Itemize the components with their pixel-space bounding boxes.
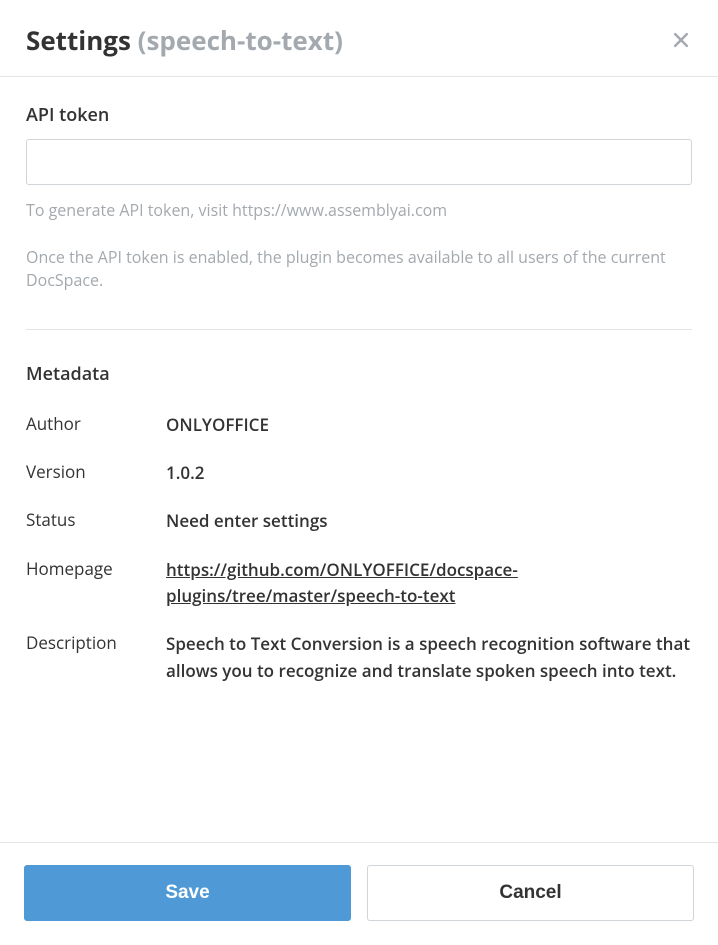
api-token-label: API token [26,103,692,127]
dialog-header: Settings (speech-to-text) [0,0,718,77]
meta-value-version: 1.0.2 [166,460,692,486]
api-token-hint-enabled: Once the API token is enabled, the plugi… [26,246,692,292]
meta-value-author: ONLYOFFICE [166,412,692,438]
title-main: Settings [26,22,131,58]
title-subtitle: (speech-to-text) [138,22,343,58]
api-token-input[interactable] [26,139,692,185]
meta-key-homepage: Homepage [26,557,166,610]
meta-value-homepage: https://github.com/ONLYOFFICE/docspace-p… [166,557,692,610]
api-token-hint-generate: To generate API token, visit https://www… [26,199,692,222]
save-button[interactable]: Save [24,865,351,921]
metadata-section-title: Metadata [26,362,692,386]
cancel-button[interactable]: Cancel [367,865,694,921]
metadata-table: Author ONLYOFFICE Version 1.0.2 Status N… [26,412,692,684]
section-divider [26,329,692,330]
dialog-footer: Save Cancel [0,842,718,945]
meta-key-status: Status [26,508,166,534]
dialog-body: API token To generate API token, visit h… [0,77,718,684]
close-icon[interactable] [670,29,692,51]
homepage-link[interactable]: https://github.com/ONLYOFFICE/docspace-p… [166,558,518,607]
meta-value-description: Speech to Text Conversion is a speech re… [166,631,692,684]
meta-key-author: Author [26,412,166,438]
meta-key-description: Description [26,631,166,684]
dialog-title: Settings (speech-to-text) [26,22,343,58]
meta-key-version: Version [26,460,166,486]
meta-value-status: Need enter settings [166,508,692,534]
